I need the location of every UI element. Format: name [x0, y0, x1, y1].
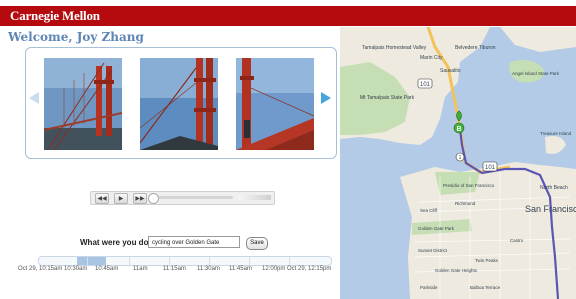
media-player: ◀◀ ▶ ▶▶ — [90, 191, 275, 205]
site-header: Carnegie Mellon — [0, 0, 576, 30]
treasure-island — [545, 136, 566, 154]
map-label: Mt Tamalpais State Park — [360, 95, 415, 101]
photo-gallery — [25, 47, 337, 159]
photo-thumbnail-2[interactable] — [140, 58, 218, 150]
timeline-label: Oct 29, 10:15am 10:30am — [18, 266, 88, 272]
map-label: Marin City — [420, 55, 443, 61]
header-bar: Carnegie Mellon — [0, 6, 576, 26]
timeline-bar[interactable] — [38, 256, 332, 266]
map-label: Angel Island State Park — [512, 71, 560, 76]
map-label: Golden Gate Heights — [435, 268, 478, 273]
svg-text:101: 101 — [485, 165, 496, 171]
timeline-label: 12:00pm Oct 29, 12:15pm — [262, 266, 332, 272]
highway-shield-icon: 101 — [482, 161, 498, 172]
map-label: Treasure Island — [540, 131, 572, 136]
highway-shield-icon: 1 — [455, 152, 465, 162]
map-label: Golden Gate Park — [418, 226, 455, 231]
timeline-label: 11:45am — [229, 266, 252, 272]
timeline-label: 11am — [133, 266, 148, 272]
map-label: Tamalpais Homestead Valley — [362, 45, 427, 51]
gallery-next-arrow-icon[interactable] — [321, 92, 331, 104]
svg-text:1: 1 — [459, 155, 462, 161]
timeline-tick — [129, 257, 130, 265]
brand-logo[interactable]: Carnegie Mellon — [10, 8, 100, 24]
rewind-button[interactable]: ◀◀ — [95, 193, 109, 204]
map-label: Parkside — [420, 285, 438, 290]
route-map[interactable]: 101 101 1 B Tamalpais Homestead Valley M… — [340, 27, 576, 299]
timeline-label: 10:45am — [95, 266, 119, 272]
tiburon-land — [500, 27, 576, 52]
timeline-label: 11:15am — [163, 266, 186, 272]
photo-thumbnail-3[interactable] — [236, 58, 314, 150]
timeline-tick — [169, 257, 170, 265]
map-label-city: San Francisco — [525, 204, 576, 214]
map-label: Presidio of San Francisco — [443, 183, 495, 188]
play-button[interactable]: ▶ — [114, 193, 128, 204]
forward-button[interactable]: ▶▶ — [133, 193, 147, 204]
timeline-selection[interactable] — [76, 257, 107, 265]
map-label: Sausalito — [440, 68, 461, 74]
activity-input[interactable]: cycling over Golden Gate — [148, 236, 240, 248]
map-label: Sunset District — [418, 248, 448, 253]
welcome-heading: Welcome, Joy Zhang — [8, 30, 144, 44]
map-label: Twin Peaks — [475, 258, 499, 263]
progress-handle[interactable] — [148, 193, 159, 204]
svg-text:B: B — [456, 126, 461, 133]
highway-shield-icon: 101 — [417, 78, 433, 89]
timeline-label: 11:30am — [197, 266, 220, 272]
photo-thumbnail-1[interactable] — [44, 58, 122, 150]
volume-slider[interactable] — [239, 195, 271, 200]
svg-text:101: 101 — [420, 82, 431, 88]
map-label: Castro — [510, 238, 524, 243]
timeline-tick — [289, 257, 290, 265]
save-button[interactable]: Save — [246, 237, 268, 250]
progress-track[interactable] — [153, 196, 233, 199]
map-label: North Beach — [540, 185, 568, 191]
timeline-tick — [87, 257, 88, 265]
map-label: Sea Cliff — [420, 208, 438, 213]
gallery-prev-arrow-icon[interactable] — [29, 92, 39, 104]
timeline-tick — [249, 257, 250, 265]
map-label: Belvedere Tiburon — [455, 45, 496, 51]
timeline-tick — [209, 257, 210, 265]
map-label: Richmond — [455, 201, 476, 206]
map-label: Balboa Terrace — [470, 285, 501, 290]
